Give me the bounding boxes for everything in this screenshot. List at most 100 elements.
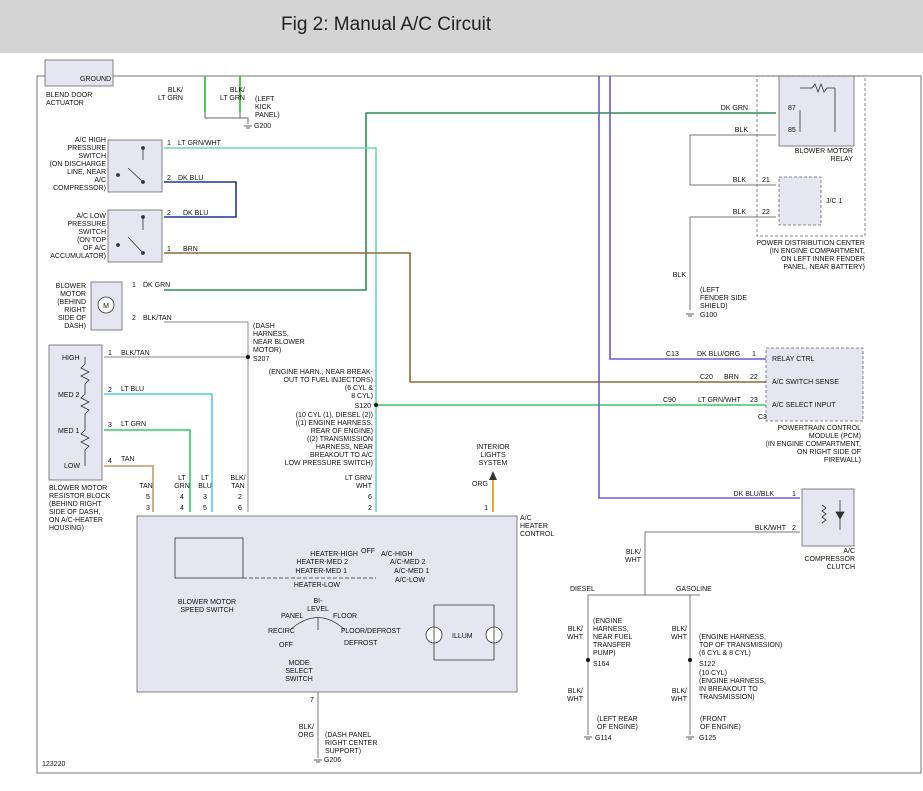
label-blower-speed-switch: BLOWER MOTOR SPEED SWITCH [178, 599, 236, 614]
label-high-pressure-switch: A/C HIGH PRESSURE SWITCH (ON DISCHARGE LINE,… [50, 137, 107, 192]
label-heater-high: HEATER-HIGH [310, 551, 358, 558]
label-diesel-harness: (ENGINE HARNESS, NEAR FUEL TRANSFER PUMP) [593, 618, 632, 657]
wire-label: BLK [733, 177, 747, 184]
label-g100: G100 [700, 312, 717, 319]
splice-s164: S164 [593, 661, 609, 668]
label-left-rear: (LEFT REAR OF ENGINE) [597, 716, 638, 731]
label-blower-motor: BLOWER MOTOR (BEHIND RIGHT SIDE OF DASH) [56, 283, 87, 330]
label-front: (FRONT OF ENGINE) [700, 716, 741, 731]
label-ground: GROUND [80, 76, 111, 83]
label-illum: ILLUM [452, 633, 473, 640]
wire-label: ORG [472, 481, 488, 488]
label-compressor-clutch: A/C COMPRESSOR CLUTCH [804, 548, 855, 571]
label-low-pressure-switch: A/C LOW PRESSURE SWITCH (ON TOP OF A/C ACCUMU… [50, 213, 106, 260]
pin-label: 3 [203, 494, 207, 501]
label-interior-lights: INTERIOR LIGHTS SYSTEM [476, 444, 509, 467]
pin-label: 2 [167, 175, 171, 182]
wire-lt-blu [104, 393, 213, 512]
wire-label: LT GRN/WHT [178, 140, 222, 147]
pin-label: 1 [792, 491, 796, 498]
label-blk-lt-grn: BLK/LT GRN [220, 87, 245, 102]
label-engine-harness-top: (ENGINE HARN., NEAR BREAK-OUT TO FUEL IN… [269, 369, 374, 400]
label-off: OFF [361, 548, 375, 555]
wiring-diagram: GROUND BLEND DOOR ACTUATOR BLK/LT GRN BLK… [36, 59, 922, 774]
label-floor-defrost: FLOOR/DEFROST [341, 628, 401, 635]
connector-c13: C13 [666, 351, 679, 358]
wire-label: DK GRN [143, 282, 170, 289]
pin-label: 4 [180, 494, 184, 501]
wire-label: DK BLU [183, 210, 208, 217]
pin-label: 3 [146, 505, 150, 512]
label-ac-select-input: A/C SELECT INPUT [772, 402, 836, 409]
label-med1: MED 1 [58, 428, 80, 435]
wire-label: LT BLU [198, 475, 212, 490]
wire-label: LT GRN/WHT [698, 397, 742, 404]
pin-label: 1 [132, 282, 136, 289]
label-heater-med2: HEATER-MED 2 [296, 559, 348, 566]
pin-label: 5 [203, 505, 207, 512]
wire-label: BLK/TAN [143, 315, 172, 322]
label-heater-control: A/C HEATER CONTROL [520, 515, 554, 538]
wire-label: BLK/WHT [625, 549, 642, 564]
wire-label: DK BLU [178, 175, 203, 182]
resistor-block-box [48, 344, 103, 481]
label-ac-med2: A/C-MED 2 [390, 559, 426, 566]
pin-label: 6 [368, 494, 372, 501]
label-gasoline: GASOLINE [676, 586, 712, 593]
label-left-kick-panel: (LEFT KICK PANEL) [255, 96, 280, 119]
pin-label: 23 [750, 397, 758, 404]
label-diesel: DIESEL [570, 586, 595, 593]
wire-blk-to-g200 [204, 112, 249, 124]
pin-label: 5 [146, 494, 150, 501]
pin-label: 87 [788, 105, 796, 112]
label-ac-switch-sense: A/C SWITCH SENSE [772, 379, 839, 386]
label-ac-low: A/C-LOW [395, 577, 425, 584]
jc1-box [778, 176, 822, 226]
splice-s122: S122 [699, 661, 715, 668]
connector-c20: C20 [700, 374, 713, 381]
wire-label: LT GRN [121, 421, 146, 428]
label-g125: G125 [699, 735, 716, 742]
label-blend-door: BLEND DOOR ACTUATOR [46, 92, 92, 107]
label-fender: (LEFT FENDER SIDE SHIELD) [700, 287, 747, 310]
label-recirc: RECIRC [268, 628, 295, 635]
label-ac-med1: A/C-MED 1 [394, 568, 430, 575]
label-pdc: POWER DISTRIBUTION CENTER (IN ENGINE COMP… [756, 240, 865, 271]
label-dash-harness: (DASH HARNESS, NEAR BLOWER MOTOR) [253, 323, 305, 354]
label-gas-10cyl: (10 CYL) (ENGINE HARNESS, IN BREAKOUT TO TR… [699, 670, 766, 701]
label-dash-panel: (DASH PANEL RIGHT CENTER SUPPORT) [325, 732, 377, 755]
label-g206: G206 [324, 757, 341, 764]
low-pressure-switch-box [107, 209, 163, 263]
label-resistor-block: BLOWER MOTOR RESISTOR BLOCK (BEHIND RIGHT S… [49, 485, 111, 532]
label-gas-harness: (ENGINE HARNESS, TOP OF TRANSMISSION) (6 C… [699, 634, 782, 657]
wire-label: BLK [673, 272, 687, 279]
wire-label: DK BLU/ORG [697, 351, 740, 358]
wire-label: TAN [139, 483, 152, 490]
high-pressure-switch-box [107, 139, 163, 193]
wire-label: BLK/WHT [671, 626, 688, 641]
pin-label: 1 [108, 350, 112, 357]
wire-label: BLK/WHT [567, 688, 584, 703]
label-off2: OFF [279, 642, 293, 649]
arrow-up-icon [489, 471, 497, 480]
pin-label: 21 [762, 177, 770, 184]
label-pcm: POWERTRAIN CONTROL MODULE (PCM) (IN ENGINE… [766, 425, 862, 464]
wire-label: BLK/TAN [121, 350, 150, 357]
connector-c3: C3 [758, 414, 767, 421]
label-floor: FLOOR [333, 613, 357, 620]
pin-label: 2 [108, 387, 112, 394]
wire-label: BLK/TAN [230, 475, 245, 490]
label-blower-relay: BLOWER MOTOR RELAY [795, 148, 854, 163]
label-high: HIGH [62, 355, 80, 362]
motor-symbol: M [103, 303, 109, 310]
wire-label: BRN [183, 246, 198, 253]
wire-label: BRN [724, 374, 739, 381]
pin-label: 1 [167, 246, 171, 253]
label-g114: G114 [595, 735, 612, 742]
pin-label: 2 [238, 494, 242, 501]
label-low: LOW [64, 463, 80, 470]
wire-dk-grn [164, 112, 776, 291]
pin-label: 1 [752, 351, 756, 358]
splice-s207: S207 [253, 356, 269, 363]
components [44, 59, 864, 693]
